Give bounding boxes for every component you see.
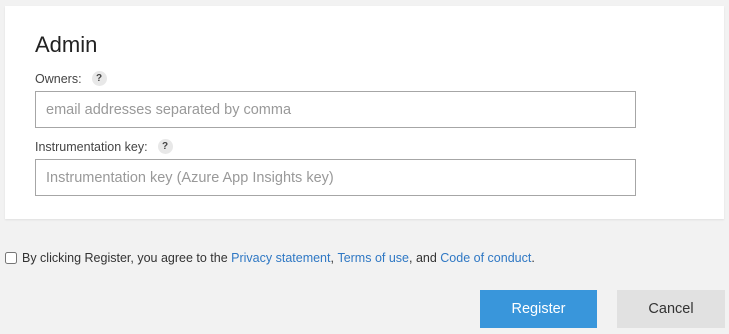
agreement-sep: , and: [409, 251, 441, 265]
privacy-statement-link[interactable]: Privacy statement: [231, 251, 330, 265]
owners-label-row: Owners: ?: [35, 71, 107, 86]
help-icon[interactable]: ?: [91, 71, 107, 86]
instrumentation-key-input[interactable]: [35, 159, 636, 196]
ikey-label-row: Instrumentation key: ?: [35, 139, 173, 154]
cancel-button[interactable]: Cancel: [617, 290, 725, 328]
agreement-text: By clicking Register, you agree to the: [22, 251, 232, 265]
section-title: Admin: [35, 32, 98, 57]
agreement-suffix: .: [531, 251, 535, 265]
code-of-conduct-link[interactable]: Code of conduct: [440, 251, 531, 265]
agreement-sep: ,: [330, 251, 338, 265]
register-button[interactable]: Register: [480, 290, 597, 328]
terms-of-use-link[interactable]: Terms of use: [337, 251, 409, 265]
agree-checkbox[interactable]: [5, 252, 17, 264]
owners-label: Owners:: [35, 71, 82, 86]
owners-input[interactable]: [35, 91, 636, 128]
agreement-row: By clicking Register, you agree to the P…: [5, 251, 535, 265]
help-icon[interactable]: ?: [157, 139, 173, 154]
instrumentation-key-label: Instrumentation key:: [35, 139, 148, 154]
admin-card: Admin Owners: ? Instrumentation key: ?: [5, 6, 724, 219]
